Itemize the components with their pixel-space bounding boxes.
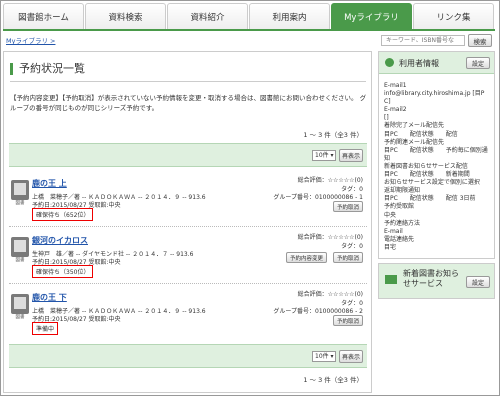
list-item: 図書 鹿の王 下 上橋 菜穂子／著 -- ＫＡＤＯＫＡＷＡ -- ２０１４．９ …: [9, 285, 367, 341]
search-input[interactable]: [381, 35, 465, 46]
per-page-select[interactable]: 10件 ▾: [312, 351, 336, 362]
cancel-reservation-button[interactable]: 予約取消: [332, 201, 363, 212]
page-title: 予約状況一覧: [10, 63, 85, 75]
pager-bottom: 10件 ▾ 再表示: [9, 344, 367, 368]
user-info-line: お知らせサービス設定で個別に選択: [384, 179, 480, 187]
new-books-title: 新着図書お知らせサービス: [403, 269, 459, 288]
book-type-label: 図書: [15, 315, 25, 320]
user-info-line: info@library.city.hiroshima.jp [目PC]: [384, 90, 485, 106]
user-info-line: 目宅: [384, 243, 397, 251]
tab-introduction[interactable]: 資料紹介: [167, 3, 248, 29]
user-info-line: 新着図書お知らせサービス配信: [384, 162, 468, 170]
book-title-link[interactable]: 鹿の王 上: [32, 178, 67, 189]
mail-icon: [385, 275, 397, 284]
book-title-link[interactable]: 銀河のイカロス: [32, 235, 88, 246]
user-info-line: E-mail1: [384, 82, 407, 89]
intro-text: 【予約内容変更】【予約取消】が表示されていない予約情報を変更・取消する場合は、図…: [10, 94, 367, 112]
title-divider: [10, 81, 366, 82]
tab-links[interactable]: リンク集: [413, 3, 494, 29]
change-reservation-button[interactable]: 予約内容変更: [285, 252, 327, 263]
user-info-line: E-mail2: [384, 106, 407, 114]
user-icon: [385, 58, 394, 67]
pager-top: 10件 ▾ 再表示: [9, 143, 367, 167]
group-number: グループ番号：0100000086 - 1: [273, 194, 363, 201]
user-info-line: 予約連絡方法: [384, 219, 421, 227]
main-nav: 図書館ホーム 資料検索 資料紹介 利用案内 Myライブラリ リンク集: [3, 3, 495, 31]
user-info-title: 利用者情報: [399, 59, 439, 68]
book-title-link[interactable]: 鹿の王 下: [32, 292, 67, 303]
book-icon: [11, 294, 29, 314]
main-panel: 予約状況一覧 【予約内容変更】【予約取消】が表示されていない予約情報を変更・取消…: [3, 51, 372, 393]
cancel-reservation-button[interactable]: 予約取消: [332, 252, 363, 263]
list-item: 図書 鹿の王 上 上橋 菜穂子／著 -- ＫＡＤＯＫＡＷＡ -- ２０１４．９ …: [9, 171, 367, 227]
new-books-settings-button[interactable]: 設定: [466, 276, 490, 288]
user-info-line: 予約関連メール配信先: [384, 138, 445, 146]
user-info-line: 目PC 配信状態 新着期間: [384, 171, 470, 179]
user-info-line: 中央: [384, 211, 397, 219]
status-badge: 準備中: [32, 322, 59, 335]
redisplay-button[interactable]: 再表示: [339, 350, 363, 363]
tab-my-library[interactable]: Myライブラリ: [331, 3, 412, 29]
result-count: 1 ～ 3 件（全3 件）: [303, 376, 363, 384]
book-type-label: 図書: [15, 201, 25, 206]
status-badge: 確保待ち（350位）: [32, 265, 94, 278]
rating[interactable]: 総合評価：☆☆☆☆☆(0): [298, 289, 363, 298]
tab-search[interactable]: 資料検索: [85, 3, 166, 29]
user-info-line: 電話連絡先: [384, 235, 415, 243]
redisplay-button[interactable]: 再表示: [339, 149, 363, 162]
per-page-select[interactable]: 10件 ▾: [312, 150, 336, 161]
user-info-body: E-mail1 info@library.city.hiroshima.jp […: [379, 74, 494, 258]
rating[interactable]: 総合評価：☆☆☆☆☆(0): [298, 232, 363, 241]
tab-home[interactable]: 図書館ホーム: [3, 3, 84, 29]
user-info-line: 目PC 配信状態 配信: [384, 130, 458, 138]
user-info-panel: 利用者情報 設定 E-mail1 info@library.city.hiros…: [378, 51, 495, 259]
tag-count: タグ：0: [341, 243, 363, 250]
result-count: 1 ～ 3 件（全3 件）: [303, 131, 363, 139]
book-type-label: 図書: [15, 258, 25, 263]
user-settings-button[interactable]: 設定: [466, 57, 490, 69]
group-number: グループ番号：0100000086 - 2: [273, 308, 363, 315]
user-info-line: 着除完了メール配信先: [384, 122, 445, 130]
user-info-line: 予約受取館: [384, 203, 415, 211]
user-info-line: E-mail: [384, 227, 403, 235]
status-badge: 確保待ち（652位）: [32, 208, 94, 221]
search-button[interactable]: 検索: [468, 34, 492, 47]
book-icon: [11, 180, 29, 200]
user-info-line: 目PC 配信状態 予約毎に個別通知: [384, 146, 488, 162]
rating[interactable]: 総合評価：☆☆☆☆☆(0): [298, 175, 363, 184]
book-icon: [11, 237, 29, 257]
list-item: 図書 銀河のイカロス 生神戸 雄／著 -- ダイヤモンド社 -- ２０１４．７ …: [9, 228, 367, 284]
new-books-panel: 新着図書お知らせサービス 設定: [378, 263, 495, 299]
cancel-reservation-button[interactable]: 予約取消: [332, 315, 363, 326]
tab-guide[interactable]: 利用案内: [249, 3, 330, 29]
breadcrumb[interactable]: Myライブラリ >: [6, 35, 55, 45]
user-info-header: 利用者情報 設定: [379, 52, 494, 74]
